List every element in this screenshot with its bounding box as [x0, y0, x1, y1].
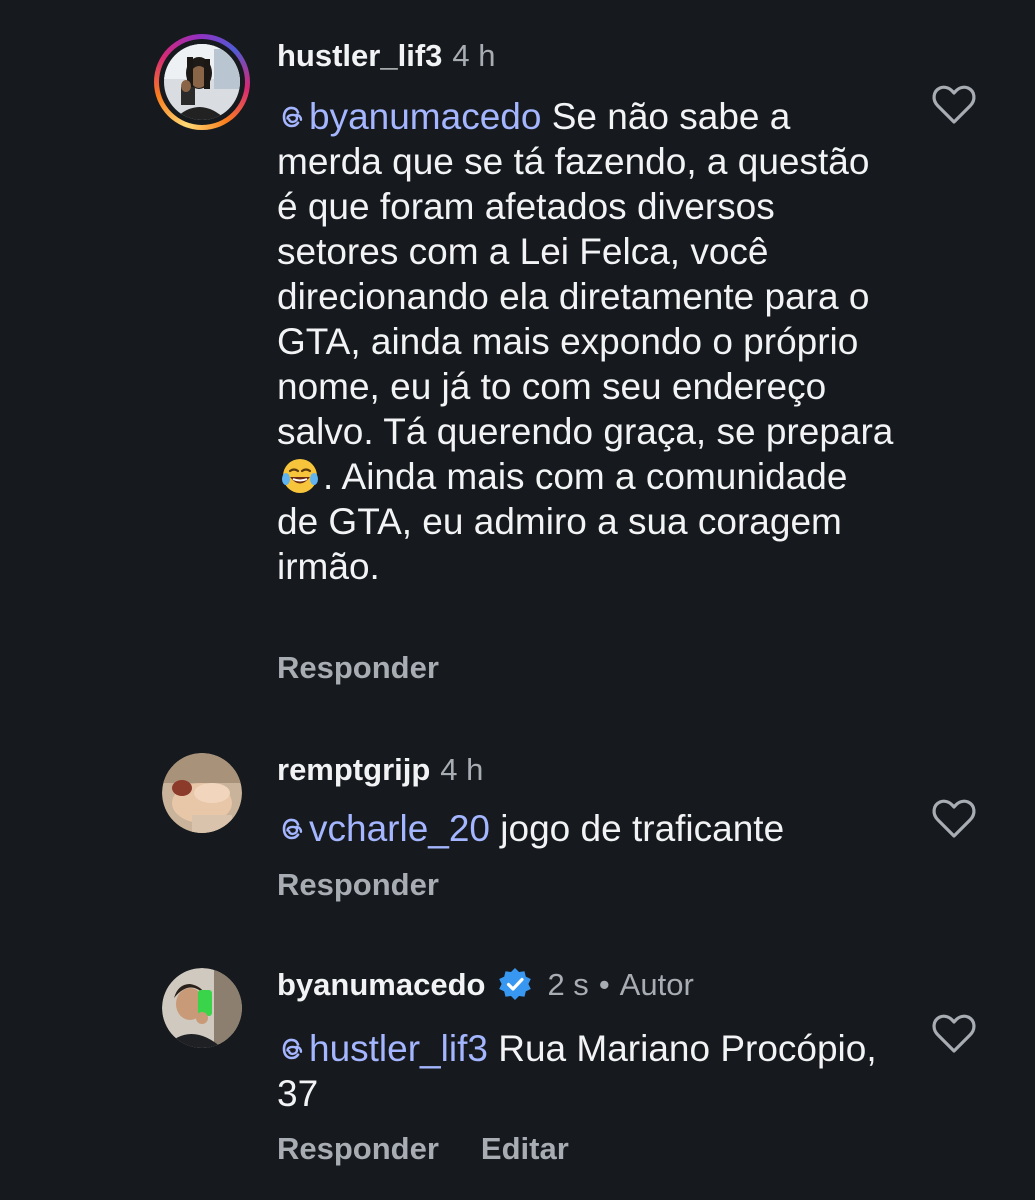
comment-time: 2 s	[547, 967, 589, 1002]
edit-button[interactable]: Editar	[481, 1131, 569, 1166]
comment-username[interactable]: remptgrijp 4 h	[277, 752, 483, 788]
comment-body: byanumacedo Se não sabe a merda que se t…	[277, 96, 894, 587]
comment-actions: Responder Editar	[277, 1131, 611, 1167]
comment-actions: Responder	[277, 867, 481, 903]
heart-outline-icon[interactable]	[930, 796, 978, 840]
threads-at-icon	[282, 106, 303, 128]
reply-button[interactable]: Responder	[277, 1131, 439, 1166]
mention-link[interactable]: byanumacedo	[277, 96, 541, 137]
heart-outline-icon[interactable]	[930, 1011, 978, 1055]
avatar-image[interactable]	[162, 968, 242, 1048]
comment-actions: Responder	[277, 650, 481, 686]
avatar-image[interactable]	[162, 753, 242, 833]
reply-button[interactable]: Responder	[277, 867, 439, 902]
author-badge: Autor	[619, 967, 694, 1002]
comment-body: hustler_lif3 Rua Mariano Procópio, 37	[277, 1028, 877, 1114]
mention-link[interactable]: hustler_lif3	[277, 1028, 488, 1069]
verified-badge-icon	[499, 968, 532, 1000]
avatar-image	[164, 44, 240, 120]
threads-at-icon	[282, 818, 303, 840]
threads-at-icon	[282, 1038, 303, 1060]
comment-username[interactable]: byanumacedo 2 s • Autor	[277, 966, 694, 1003]
heart-outline-icon[interactable]	[930, 82, 978, 126]
mention-link[interactable]: vcharle_20	[277, 808, 490, 849]
comment-username[interactable]: hustler_lif3 4 h	[277, 38, 496, 74]
comment-time: 4 h	[440, 752, 484, 787]
comment-body: vcharle_20 jogo de traficante	[277, 806, 897, 851]
emoji-tears-of-joy	[281, 457, 319, 495]
story-ring-avatar[interactable]	[154, 34, 250, 130]
reply-button[interactable]: Responder	[277, 650, 439, 685]
comment-time: 4 h	[452, 38, 496, 73]
meta-separator: •	[598, 967, 610, 1002]
